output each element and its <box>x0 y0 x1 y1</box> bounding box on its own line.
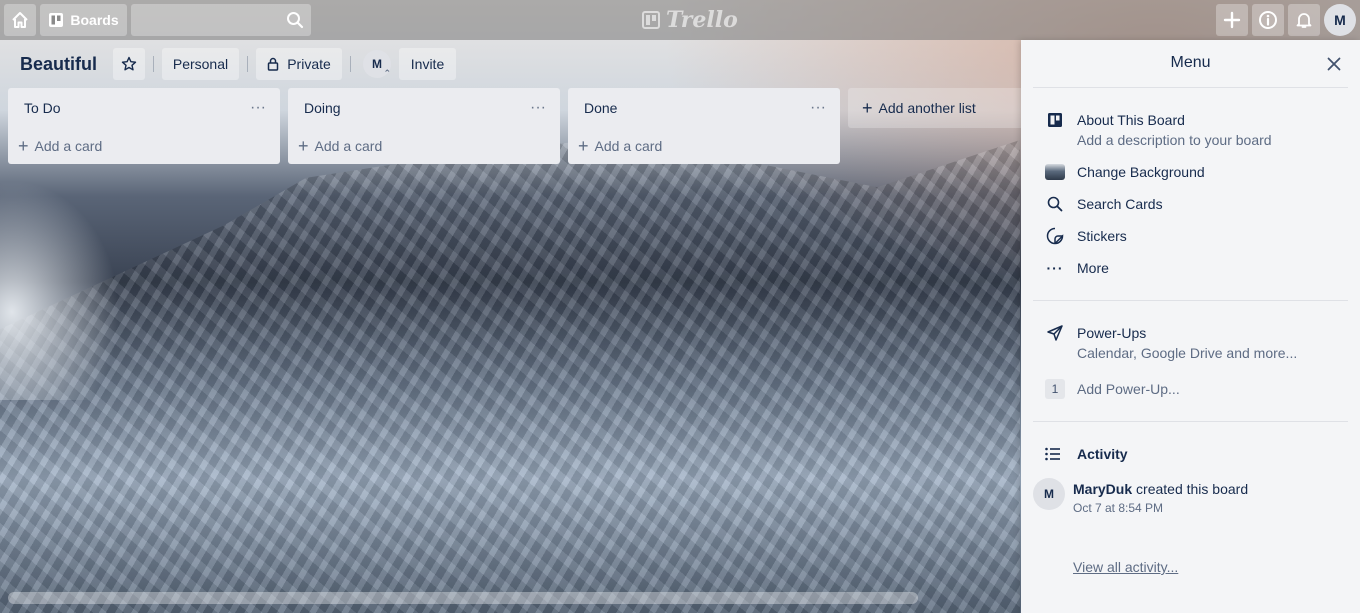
add-card-button[interactable]: + Add a card <box>298 134 382 158</box>
board-member-avatar[interactable]: M ⌃ <box>363 50 391 78</box>
search-icon <box>1045 194 1065 214</box>
header-divider <box>350 56 351 72</box>
admin-chevron-icon: ⌃ <box>383 68 391 78</box>
activity-entry: MaryDuk created this board <box>1073 479 1248 499</box>
activity-list-icon <box>1043 444 1063 464</box>
add-card-button[interactable]: + Add a card <box>18 134 102 158</box>
board-icon <box>1045 110 1065 130</box>
plus-icon: + <box>578 136 589 156</box>
visibility-label: Private <box>287 56 331 72</box>
list-title[interactable]: To Do <box>24 98 61 118</box>
menu-item-label: Power-Ups <box>1077 325 1147 341</box>
lock-icon <box>267 57 279 71</box>
menu-item-more[interactable]: ··· More <box>1045 258 1348 278</box>
trello-logo-icon <box>642 11 660 29</box>
header-divider <box>153 56 154 72</box>
menu-item-stickers[interactable]: Stickers <box>1045 226 1348 246</box>
plus-icon: + <box>862 97 873 118</box>
trello-logo-text: Trello <box>666 7 738 33</box>
menu-item-label: Stickers <box>1077 228 1127 244</box>
search-icon <box>286 11 304 34</box>
menu-item-change-background[interactable]: Change Background <box>1045 162 1348 182</box>
list-done: Done ··· + Add a card <box>568 88 840 164</box>
home-icon <box>12 12 28 28</box>
list-menu-button[interactable]: ··· <box>526 96 550 120</box>
power-up-count-badge: 1 <box>1045 379 1065 399</box>
user-avatar[interactable]: M <box>1324 4 1356 36</box>
create-button[interactable] <box>1216 4 1248 36</box>
close-menu-button[interactable] <box>1322 52 1346 76</box>
star-button[interactable] <box>113 48 145 80</box>
menu-divider <box>1033 300 1348 301</box>
menu-title: Menu <box>1170 54 1211 71</box>
rocket-icon <box>1045 323 1065 343</box>
list-title[interactable]: Done <box>584 98 617 118</box>
header-divider <box>247 56 248 72</box>
menu-item-search-cards[interactable]: Search Cards <box>1045 194 1348 214</box>
background-thumbnail-icon <box>1045 162 1065 182</box>
menu-item-sub: Calendar, Google Drive and more... <box>1077 345 1298 361</box>
invite-button[interactable]: Invite <box>399 48 456 80</box>
menu-item-sub: Add a description to your board <box>1077 132 1272 148</box>
close-icon <box>1327 57 1341 71</box>
search-input[interactable] <box>131 4 297 36</box>
bell-icon <box>1296 13 1312 28</box>
menu-item-label: Search Cards <box>1077 196 1163 212</box>
search-box[interactable] <box>131 4 311 36</box>
more-icon: ··· <box>810 99 826 116</box>
boards-icon <box>49 13 64 27</box>
boards-label: Boards <box>70 12 119 28</box>
info-icon <box>1259 11 1277 29</box>
trello-logo[interactable]: Trello <box>642 7 738 33</box>
visibility-button[interactable]: Private <box>256 48 342 80</box>
activity-timestamp[interactable]: Oct 7 at 8:54 PM <box>1073 501 1163 515</box>
plus-icon <box>1223 11 1241 29</box>
add-card-label: Add a card <box>34 138 103 154</box>
menu-header: Menu <box>1033 40 1348 88</box>
plus-icon: + <box>298 136 309 156</box>
list-doing: Doing ··· + Add a card <box>288 88 560 164</box>
activity-avatar[interactable]: M <box>1033 478 1065 510</box>
board-title[interactable]: Beautiful <box>12 48 105 80</box>
menu-item-label: Change Background <box>1077 164 1205 180</box>
menu-item-label: More <box>1077 260 1109 276</box>
boards-button[interactable]: Boards <box>40 4 127 36</box>
activity-title: Activity <box>1077 446 1128 462</box>
notifications-button[interactable] <box>1288 4 1320 36</box>
team-button[interactable]: Personal <box>162 48 239 80</box>
add-card-button[interactable]: + Add a card <box>578 134 662 158</box>
top-header-bar: Boards Trello M <box>0 0 1360 40</box>
board-horizontal-scrollbar[interactable] <box>8 592 918 604</box>
more-icon: ··· <box>250 99 266 116</box>
menu-item-power-ups[interactable]: Power-Ups Calendar, Google Drive and mor… <box>1045 323 1348 363</box>
menu-item-label: Add Power-Up... <box>1077 381 1180 397</box>
activity-section-header: Activity <box>1043 444 1348 464</box>
list-title[interactable]: Doing <box>304 98 341 118</box>
star-icon <box>121 56 137 71</box>
list-menu-button[interactable]: ··· <box>246 96 270 120</box>
activity-action: created this board <box>1132 481 1249 497</box>
more-icon: ··· <box>530 99 546 116</box>
board-member-initial: M <box>372 57 382 71</box>
view-all-activity-link[interactable]: View all activity... <box>1073 559 1178 577</box>
sticker-icon <box>1045 226 1065 246</box>
menu-item-label: About This Board <box>1077 112 1185 128</box>
activity-user[interactable]: MaryDuk <box>1073 481 1132 497</box>
info-button[interactable] <box>1252 4 1284 36</box>
menu-divider <box>1033 421 1348 422</box>
menu-item-add-power-up[interactable]: 1 Add Power-Up... <box>1045 379 1348 399</box>
home-button[interactable] <box>4 4 36 36</box>
view-all-activity-label: View all activity... <box>1073 559 1179 575</box>
add-card-label: Add a card <box>594 138 663 154</box>
add-list-label: Add another list <box>878 100 976 116</box>
add-card-label: Add a card <box>314 138 383 154</box>
board-menu-panel: Menu About This Board Add a description … <box>1021 40 1360 613</box>
menu-item-about[interactable]: About This Board Add a description to yo… <box>1045 110 1348 150</box>
plus-icon: + <box>18 136 29 156</box>
list-to-do: To Do ··· + Add a card <box>8 88 280 164</box>
more-icon: ··· <box>1046 260 1064 276</box>
list-menu-button[interactable]: ··· <box>806 96 830 120</box>
